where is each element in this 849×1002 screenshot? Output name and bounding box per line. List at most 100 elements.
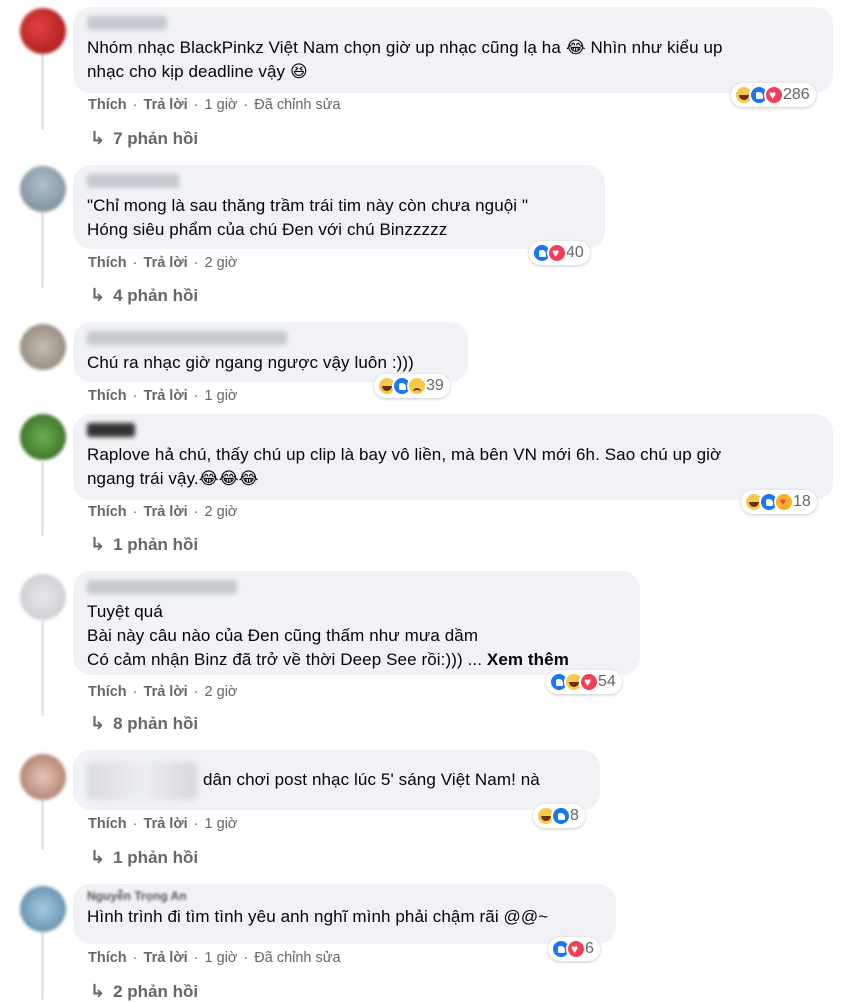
comment-text: Nhóm nhạc BlackPinkz Việt Nam chọn giờ u… bbox=[87, 38, 723, 81]
reply-link[interactable]: Trả lời bbox=[144, 504, 188, 520]
comment-actions: Thích · Trả lời · 2 giờ bbox=[88, 684, 238, 700]
reply-arrow-icon: ↳ bbox=[90, 713, 106, 733]
thread-line bbox=[41, 932, 44, 1000]
thread-line bbox=[41, 462, 44, 536]
like-link[interactable]: Thích bbox=[88, 97, 127, 113]
reaction-summary[interactable]: 6 bbox=[548, 937, 600, 961]
replies-count: 1 phản hồi bbox=[113, 535, 199, 554]
thread-line bbox=[41, 800, 44, 850]
avatar[interactable] bbox=[20, 166, 66, 212]
reply-arrow-icon: ↳ bbox=[90, 128, 106, 148]
love-icon bbox=[547, 243, 567, 263]
view-replies-link[interactable]: ↳ 7 phản hồi bbox=[90, 128, 198, 149]
comment-time[interactable]: 1 giờ bbox=[205, 97, 238, 113]
reaction-summary[interactable]: 286 bbox=[731, 83, 816, 107]
see-more-link[interactable]: Xem thêm bbox=[487, 650, 569, 669]
author-name-blurred[interactable] bbox=[87, 761, 197, 800]
comment-actions: Thích · Trả lời · 2 giờ bbox=[88, 504, 238, 520]
comment-actions: Thích · Trả lời · 1 giờ bbox=[88, 388, 238, 404]
reply-link[interactable]: Trả lời bbox=[144, 950, 188, 966]
comment-actions: Thích · Trả lời · 1 giờ · Đã chỉnh sửa bbox=[88, 950, 341, 966]
edited-label: Đã chỉnh sửa bbox=[254, 950, 341, 966]
comment-text: "Chỉ mong là sau thăng trầm trái tim này… bbox=[87, 196, 529, 239]
comment-text: Hình trình đi tìm tình yêu anh nghĩ mình… bbox=[87, 907, 549, 926]
reaction-count: 18 bbox=[793, 493, 811, 510]
replies-count: 1 phản hồi bbox=[113, 848, 199, 867]
view-replies-link[interactable]: ↳ 1 phản hồi bbox=[90, 847, 198, 868]
reply-link[interactable]: Trả lời bbox=[144, 388, 188, 404]
sad-icon bbox=[407, 376, 427, 396]
reaction-summary[interactable]: 8 bbox=[533, 804, 585, 828]
author-name-blurred[interactable] bbox=[87, 423, 135, 437]
replies-count: 4 phản hồi bbox=[113, 286, 199, 305]
replies-count: 2 phản hồi bbox=[113, 982, 199, 1001]
like-link[interactable]: Thích bbox=[88, 684, 127, 700]
avatar[interactable] bbox=[20, 574, 66, 620]
author-name-blurred[interactable] bbox=[87, 331, 287, 345]
like-icon bbox=[551, 806, 571, 826]
thread-line bbox=[41, 212, 44, 288]
thread-line bbox=[41, 50, 44, 130]
reaction-summary[interactable]: 40 bbox=[529, 241, 590, 265]
author-name-blurred[interactable] bbox=[87, 174, 179, 188]
avatar[interactable] bbox=[20, 886, 66, 932]
reply-arrow-icon: ↳ bbox=[90, 981, 106, 1001]
reaction-summary[interactable]: 18 bbox=[741, 490, 817, 514]
reply-link[interactable]: Trả lời bbox=[144, 816, 188, 832]
comment-time[interactable]: 2 giờ bbox=[205, 504, 238, 520]
view-replies-link[interactable]: ↳ 1 phản hồi bbox=[90, 534, 198, 555]
comment-time[interactable]: 1 giờ bbox=[205, 388, 238, 404]
comment-time[interactable]: 2 giờ bbox=[205, 684, 238, 700]
view-replies-link[interactable]: ↳ 4 phản hồi bbox=[90, 285, 198, 306]
comment-bubble: dân chơi post nhạc lúc 5' sáng Việt Nam!… bbox=[73, 750, 600, 810]
author-name[interactable]: Nguyễn Trọng An bbox=[87, 888, 602, 904]
comment-bubble: Nhóm nhạc BlackPinkz Việt Nam chọn giờ u… bbox=[73, 7, 833, 93]
comment-actions: Thích · Trả lời · 1 giờ · Đã chỉnh sửa bbox=[88, 97, 341, 113]
reaction-count: 8 bbox=[570, 807, 579, 824]
comment-bubble: Tuyệt quá Bài này câu nào của Đen cũng t… bbox=[73, 571, 640, 675]
comment-text: Raplove hả chú, thấy chú up clip là bay … bbox=[87, 445, 722, 488]
reaction-count: 40 bbox=[566, 244, 584, 261]
view-replies-link[interactable]: ↳ 2 phản hồi bbox=[90, 981, 198, 1002]
author-name-blurred[interactable] bbox=[87, 16, 167, 30]
like-link[interactable]: Thích bbox=[88, 388, 127, 404]
love-icon bbox=[566, 939, 586, 959]
comment-bubble: Nguyễn Trọng An Hình trình đi tìm tình y… bbox=[73, 884, 616, 944]
reaction-summary[interactable]: 39 bbox=[374, 374, 450, 398]
like-link[interactable]: Thích bbox=[88, 950, 127, 966]
reply-link[interactable]: Trả lời bbox=[144, 97, 188, 113]
comment-actions: Thích · Trả lời · 1 giờ bbox=[88, 816, 238, 832]
view-replies-link[interactable]: ↳ 8 phản hồi bbox=[90, 713, 198, 734]
avatar[interactable] bbox=[20, 324, 66, 370]
author-name-blurred[interactable] bbox=[87, 580, 237, 594]
reply-link[interactable]: Trả lời bbox=[144, 255, 188, 271]
care-icon bbox=[774, 492, 794, 512]
comment-time[interactable]: 1 giờ bbox=[205, 816, 238, 832]
replies-count: 8 phản hồi bbox=[113, 714, 199, 733]
reply-arrow-icon: ↳ bbox=[90, 285, 106, 305]
avatar[interactable] bbox=[20, 8, 66, 54]
comment-text-body: dân chơi post nhạc lúc 5' sáng Việt Nam!… bbox=[203, 770, 540, 789]
comment-bubble: Raplove hả chú, thấy chú up clip là bay … bbox=[73, 414, 833, 500]
like-link[interactable]: Thích bbox=[88, 504, 127, 520]
reply-arrow-icon: ↳ bbox=[90, 847, 106, 867]
comment-bubble: Chú ra nhạc giờ ngang ngược vậy luôn :))… bbox=[73, 322, 468, 382]
comment-time[interactable]: 2 giờ bbox=[205, 255, 238, 271]
comment-time[interactable]: 1 giờ bbox=[205, 950, 238, 966]
like-link[interactable]: Thích bbox=[88, 816, 127, 832]
thread-line bbox=[41, 620, 44, 716]
comment-text: dân chơi post nhạc lúc 5' sáng Việt Nam!… bbox=[87, 761, 586, 800]
reaction-count: 6 bbox=[585, 940, 594, 957]
replies-count: 7 phản hồi bbox=[113, 129, 199, 148]
reaction-count: 54 bbox=[598, 673, 616, 690]
comment-actions: Thích · Trả lời · 2 giờ bbox=[88, 255, 238, 271]
like-link[interactable]: Thích bbox=[88, 255, 127, 271]
comment-bubble: "Chỉ mong là sau thăng trầm trái tim này… bbox=[73, 165, 605, 249]
reaction-count: 39 bbox=[426, 377, 444, 394]
reply-link[interactable]: Trả lời bbox=[144, 684, 188, 700]
reply-arrow-icon: ↳ bbox=[90, 534, 106, 554]
reaction-summary[interactable]: 54 bbox=[546, 670, 622, 694]
avatar[interactable] bbox=[20, 754, 66, 800]
avatar[interactable] bbox=[20, 414, 66, 460]
comment-text: Tuyệt quá Bài này câu nào của Đen cũng t… bbox=[87, 600, 626, 672]
